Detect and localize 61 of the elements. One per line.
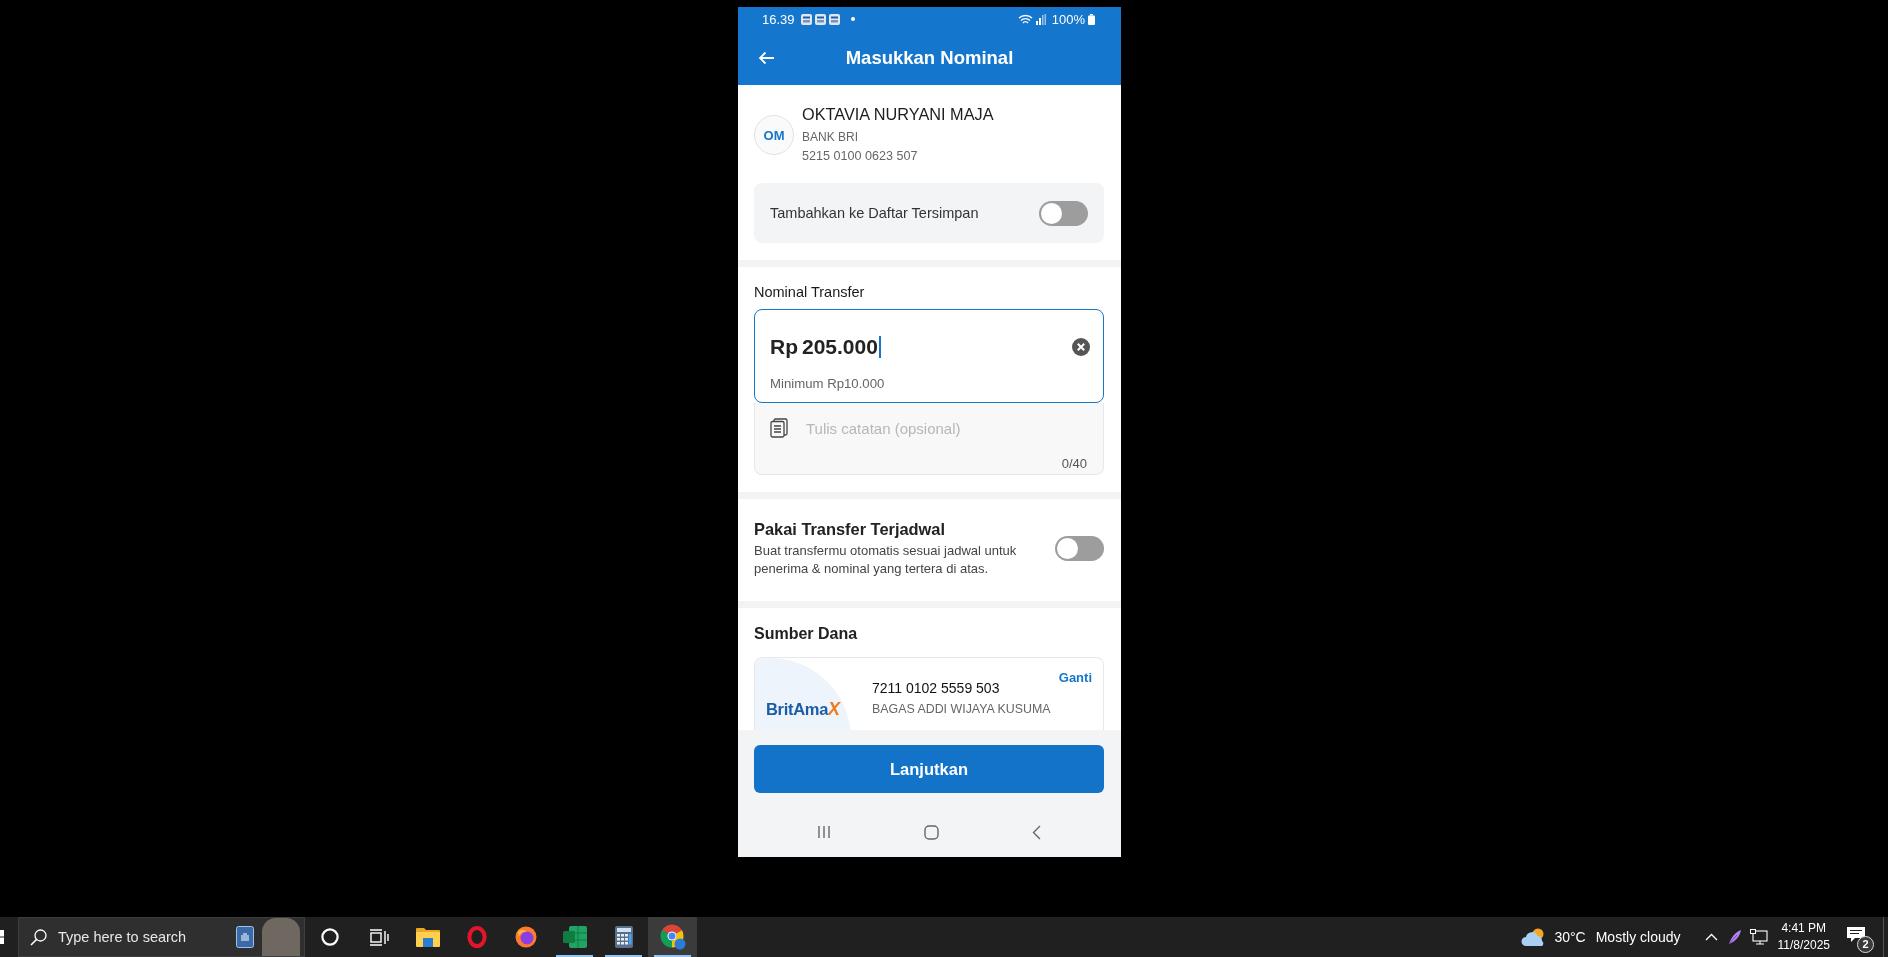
temperature[interactable]: 30°C bbox=[1554, 929, 1586, 945]
clock-date[interactable]: 11/8/2025 bbox=[1777, 937, 1830, 954]
save-option-label: Tambahkan ke Daftar Tersimpan bbox=[770, 205, 979, 221]
home-icon[interactable] bbox=[924, 824, 939, 840]
toggle-switch[interactable] bbox=[1055, 536, 1104, 561]
start-icon[interactable] bbox=[0, 930, 5, 944]
taskbar-button[interactable] bbox=[648, 917, 697, 957]
avatar-initials: OM bbox=[754, 115, 794, 155]
toggle-switch[interactable] bbox=[1039, 200, 1088, 226]
calculator-icon bbox=[614, 926, 633, 948]
document-icon bbox=[770, 418, 788, 438]
note-field[interactable]: Tulis catatan (opsional) bbox=[806, 419, 1087, 437]
battery-icon bbox=[1088, 13, 1095, 25]
currency-prefix: Rp bbox=[770, 335, 798, 359]
screen-title: Masukkan Nominal bbox=[845, 47, 1014, 69]
flame-globe-icon bbox=[514, 926, 537, 948]
signal-icon bbox=[1035, 13, 1046, 25]
change-link[interactable]: Ganti bbox=[1058, 669, 1092, 687]
clear-icon[interactable] bbox=[1072, 338, 1090, 356]
weather-condition[interactable]: Mostly cloudy bbox=[1595, 929, 1681, 945]
back-arrow-icon[interactable] bbox=[758, 51, 775, 65]
amount-label: Nominal Transfer bbox=[754, 283, 866, 301]
app-notification-icon bbox=[814, 13, 826, 25]
recipient-name: OKTAVIA NURYANI MAJA bbox=[802, 104, 994, 124]
battery-level: 100% bbox=[1051, 11, 1085, 27]
status-time: 16.39 bbox=[762, 11, 795, 27]
minimum-hint: Minimum Rp10.000 bbox=[770, 376, 886, 392]
wifi-icon bbox=[1017, 13, 1033, 25]
monitor-icon[interactable] bbox=[1749, 929, 1768, 945]
recipient-bank: BANK BRI bbox=[802, 129, 859, 146]
search-icon bbox=[30, 928, 47, 946]
app-notification-icon bbox=[800, 13, 812, 25]
browser-icon bbox=[659, 924, 686, 950]
character-counter: 0/40 bbox=[1060, 456, 1087, 472]
recents-icon[interactable] bbox=[817, 825, 831, 839]
card-icon bbox=[236, 926, 254, 948]
folder-icon bbox=[415, 927, 440, 947]
oval-ring-icon bbox=[466, 926, 487, 948]
task-view-icon bbox=[368, 928, 389, 946]
spreadsheet-icon bbox=[562, 926, 587, 948]
dot-icon bbox=[850, 17, 855, 21]
amount-value: 205.000 bbox=[802, 335, 878, 359]
schedule-description: Buat transfermu otomatis sesuai jadwal untuk penerima & nominal yang tertera di atas. bbox=[754, 542, 1018, 578]
chevron-up-icon[interactable] bbox=[1704, 933, 1718, 941]
recipient-account: 5215 0100 0623 507 bbox=[802, 148, 919, 165]
back-icon[interactable] bbox=[1032, 824, 1041, 840]
source-title: Sumber Dana bbox=[754, 624, 859, 644]
feather-icon[interactable] bbox=[1727, 929, 1742, 945]
continue-button[interactable]: Lanjutkan bbox=[754, 745, 1104, 793]
notification-badge[interactable]: 2 bbox=[1857, 936, 1874, 953]
text-cursor-icon bbox=[878, 336, 881, 358]
clock-time[interactable]: 4:41 PM bbox=[1781, 920, 1827, 937]
app-notification-icon bbox=[828, 13, 840, 25]
schedule-title: Pakai Transfer Terjadwal bbox=[754, 519, 946, 539]
ring-icon bbox=[320, 928, 339, 946]
amount-field[interactable]: Rp 205.000 Minimum Rp10.000 bbox=[754, 309, 1104, 403]
source-account-number: 7211 0102 5559 503 bbox=[872, 679, 1001, 697]
illustration-placeholder bbox=[262, 918, 300, 956]
bank-logo: BritAmaX bbox=[766, 700, 840, 718]
source-account-holder: BAGAS ADDI WIJAYA KUSUMA bbox=[872, 701, 1052, 718]
search-field[interactable]: Type here to search bbox=[58, 929, 208, 945]
